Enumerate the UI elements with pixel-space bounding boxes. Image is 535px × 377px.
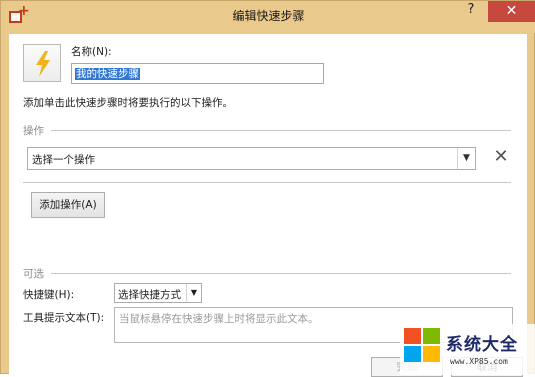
watermark-url: www.XP85.com bbox=[450, 357, 508, 366]
help-button[interactable]: ? bbox=[464, 3, 478, 17]
shortcut-label: 快捷键(H): bbox=[23, 289, 75, 301]
shortcut-select-value: 选择快捷方式 bbox=[118, 289, 181, 301]
action-divider bbox=[23, 182, 511, 183]
dialog-window: + 编辑快速步骤 ? ✕ 名称(N): 我的快速步骤 添加单击此快速步骤时将要执… bbox=[0, 0, 535, 377]
description-text: 添加单击此快速步骤时将要执行的以下操作。 bbox=[23, 97, 233, 109]
lightning-icon bbox=[36, 51, 50, 77]
actions-divider bbox=[51, 130, 511, 131]
title-bar[interactable]: + 编辑快速步骤 ? ✕ bbox=[1, 1, 535, 33]
tooltip-label: 工具提示文本(T): bbox=[23, 312, 105, 324]
action-select[interactable]: 选择一个操作 ▼ bbox=[27, 147, 476, 170]
step-icon-button[interactable] bbox=[23, 44, 61, 82]
watermark-brand: 系统大全 bbox=[446, 335, 518, 355]
add-action-button[interactable]: 添加操作(A) bbox=[31, 192, 105, 218]
remove-x-icon[interactable]: ✕ bbox=[491, 147, 511, 167]
close-button[interactable]: ✕ bbox=[488, 1, 535, 22]
chevron-down-icon[interactable]: ▼ bbox=[457, 148, 475, 169]
shortcut-select[interactable]: 选择快捷方式 ▼ bbox=[114, 283, 202, 303]
windows-flag-icon bbox=[404, 328, 442, 364]
optional-divider bbox=[51, 273, 511, 274]
chevron-down-icon[interactable]: ▼ bbox=[186, 284, 201, 302]
name-label: 名称(N): bbox=[71, 46, 112, 58]
action-select-value: 选择一个操作 bbox=[32, 154, 95, 166]
optional-header: 可选 bbox=[23, 268, 44, 280]
name-value: 我的快速步骤 bbox=[75, 68, 140, 80]
actions-header: 操作 bbox=[23, 125, 44, 137]
name-field[interactable]: 我的快速步骤 bbox=[71, 63, 324, 84]
dialog-title: 编辑快速步骤 bbox=[232, 9, 305, 23]
watermark-logo: 系统大全 www.XP85.com bbox=[400, 324, 535, 375]
